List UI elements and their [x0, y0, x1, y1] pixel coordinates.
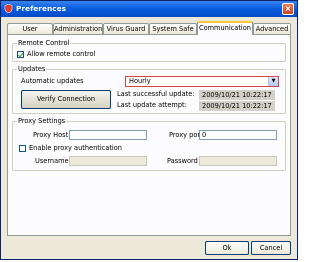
username-label: Username [35, 157, 69, 165]
preferences-window: Preferences × User Interface Administrat… [0, 0, 298, 260]
verify-connection-button[interactable]: Verify Connection [21, 90, 111, 109]
communication-panel: Remote Control Allow remote control Upda… [7, 34, 291, 236]
close-button[interactable]: × [282, 3, 294, 15]
proxy-settings-group-label: Proxy Settings [17, 117, 67, 125]
last-update-attempt-label: Last update attempt: [117, 101, 187, 109]
proxy-host-input[interactable] [69, 130, 147, 140]
updates-group: Updates Automatic updates Hourly ▼ Verif… [12, 65, 286, 114]
last-successful-update-value: 2009/10/21 10:22:17 [199, 90, 275, 100]
tab-communication[interactable]: Communication [197, 21, 253, 35]
tab-administration[interactable]: Administration [53, 23, 103, 34]
proxy-settings-group: Proxy Settings Proxy Host: Proxy port 0 … [12, 117, 286, 171]
proxy-port-label: Proxy port [169, 131, 203, 139]
updates-group-label: Updates [17, 65, 47, 73]
title-bar[interactable]: Preferences × [1, 1, 297, 17]
proxy-host-label: Proxy Host: [33, 131, 71, 139]
username-input[interactable] [69, 156, 147, 166]
allow-remote-control-label: Allow remote control [27, 50, 96, 58]
last-successful-update-label: Last successful update: [117, 90, 195, 98]
ok-button[interactable]: Ok [205, 241, 249, 255]
update-frequency-select[interactable]: Hourly ▼ [125, 76, 279, 87]
automatic-updates-label: Automatic updates [21, 77, 84, 85]
shield-icon [4, 4, 13, 13]
last-update-attempt-value: 2009/10/21 10:22:17 [199, 101, 275, 111]
enable-proxy-auth-checkbox[interactable] [19, 145, 26, 152]
remote-control-group: Remote Control Allow remote control [12, 39, 286, 62]
tab-advanced[interactable]: Advanced [253, 23, 291, 34]
close-icon: × [284, 4, 292, 13]
remote-control-group-label: Remote Control [17, 39, 71, 47]
enable-proxy-auth-label: Enable proxy authentication [29, 144, 122, 152]
proxy-port-input[interactable]: 0 [199, 130, 277, 140]
password-label: Password [167, 157, 198, 165]
password-input[interactable] [199, 156, 277, 166]
cancel-button[interactable]: Cancel [251, 241, 291, 255]
allow-remote-control-checkbox[interactable] [17, 51, 24, 58]
chevron-down-icon[interactable]: ▼ [268, 77, 278, 86]
update-frequency-value: Hourly [129, 77, 151, 85]
window-title: Preferences [16, 4, 67, 13]
tab-virus-guard[interactable]: Virus Guard [103, 23, 149, 34]
tab-user-interface[interactable]: User Interface [7, 23, 53, 43]
tab-system-safe[interactable]: System Safe [149, 23, 197, 34]
